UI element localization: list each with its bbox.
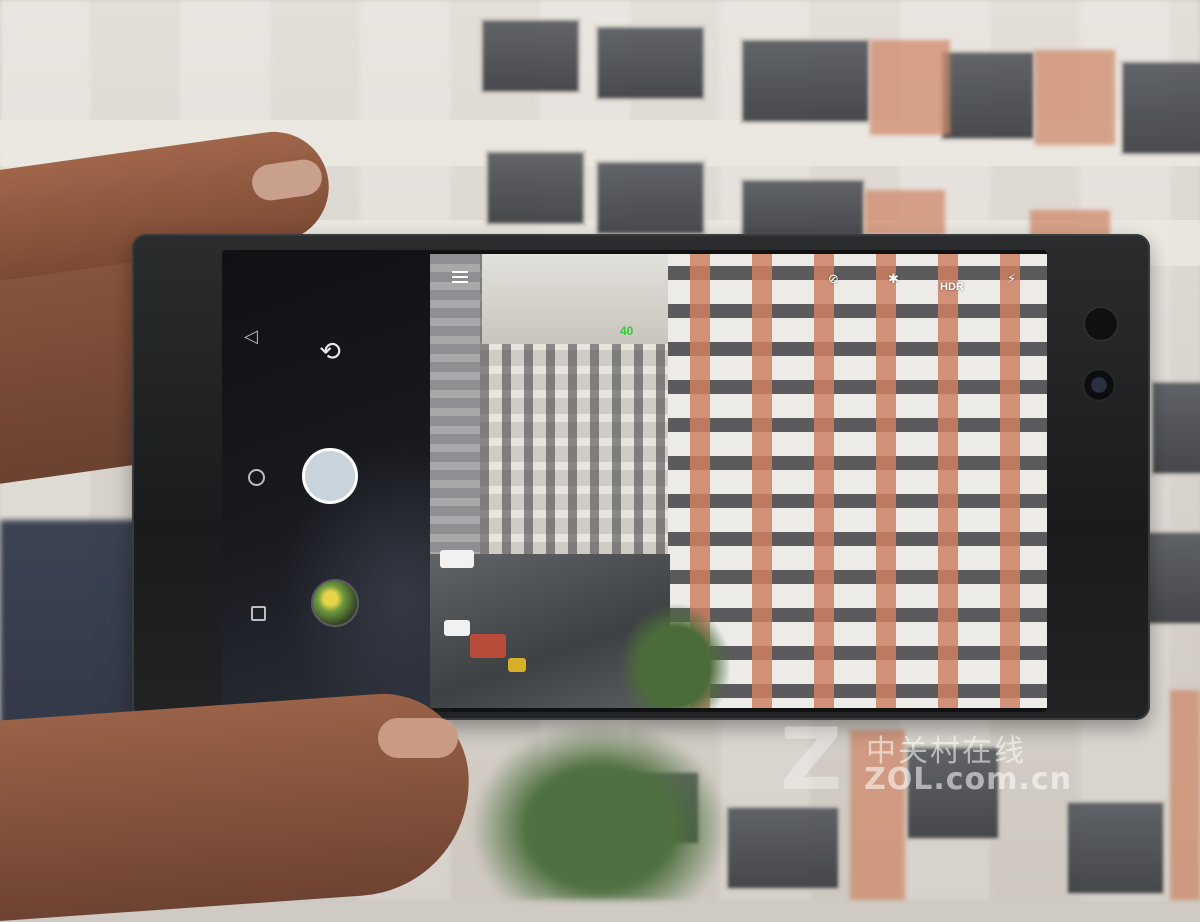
switch-camera-icon[interactable]: ⟲ <box>312 334 348 370</box>
gallery-thumbnail[interactable] <box>311 579 359 627</box>
building-window <box>940 50 1036 141</box>
camera-viewfinder[interactable]: 40 ⊘ ✱ HDR ⚡ <box>430 254 1047 708</box>
building-window <box>595 160 706 236</box>
brick-column <box>1170 690 1200 900</box>
hamburger-menu-icon[interactable] <box>452 268 468 286</box>
front-sensor <box>1083 306 1119 342</box>
building-window <box>480 18 581 94</box>
building-window <box>595 25 706 101</box>
viewfinder-van <box>440 550 474 568</box>
brick-column <box>1035 50 1115 145</box>
building-window <box>1120 60 1200 156</box>
thumbnail-nail <box>378 718 458 758</box>
viewfinder-tree <box>620 604 730 708</box>
watermark-url: ZOL.com.cn <box>864 762 1072 797</box>
grid-off-icon[interactable]: ⚡ <box>1007 272 1016 287</box>
viewfinder-truck <box>470 634 506 658</box>
timer-off-icon[interactable]: ⊘ <box>828 272 839 287</box>
viewfinder-truck <box>444 620 470 636</box>
zol-logo: Z <box>780 710 843 810</box>
viewfinder-taxi <box>508 658 526 672</box>
flash-off-icon[interactable]: ✱ <box>888 272 899 287</box>
recents-icon[interactable] <box>251 606 266 621</box>
building-window <box>725 805 841 891</box>
background-tree <box>470 720 730 900</box>
focus-indicator: 40 <box>620 324 634 338</box>
building-window <box>1065 800 1166 896</box>
building-window <box>485 150 586 226</box>
brick-column <box>865 190 945 235</box>
shutter-button[interactable] <box>302 448 358 504</box>
zol-watermark: Z 中关村在线 ZOL.com.cn <box>780 710 1120 810</box>
home-icon[interactable] <box>248 469 265 486</box>
building-window <box>740 38 871 124</box>
viewfinder-building-cornice <box>482 254 668 344</box>
building-window <box>1150 380 1200 476</box>
brick-column <box>870 40 950 135</box>
hdr-toggle[interactable]: HDR <box>940 281 964 293</box>
building-window <box>740 178 866 239</box>
front-camera-lens <box>1082 368 1116 402</box>
back-icon[interactable]: ◁ <box>244 326 258 347</box>
